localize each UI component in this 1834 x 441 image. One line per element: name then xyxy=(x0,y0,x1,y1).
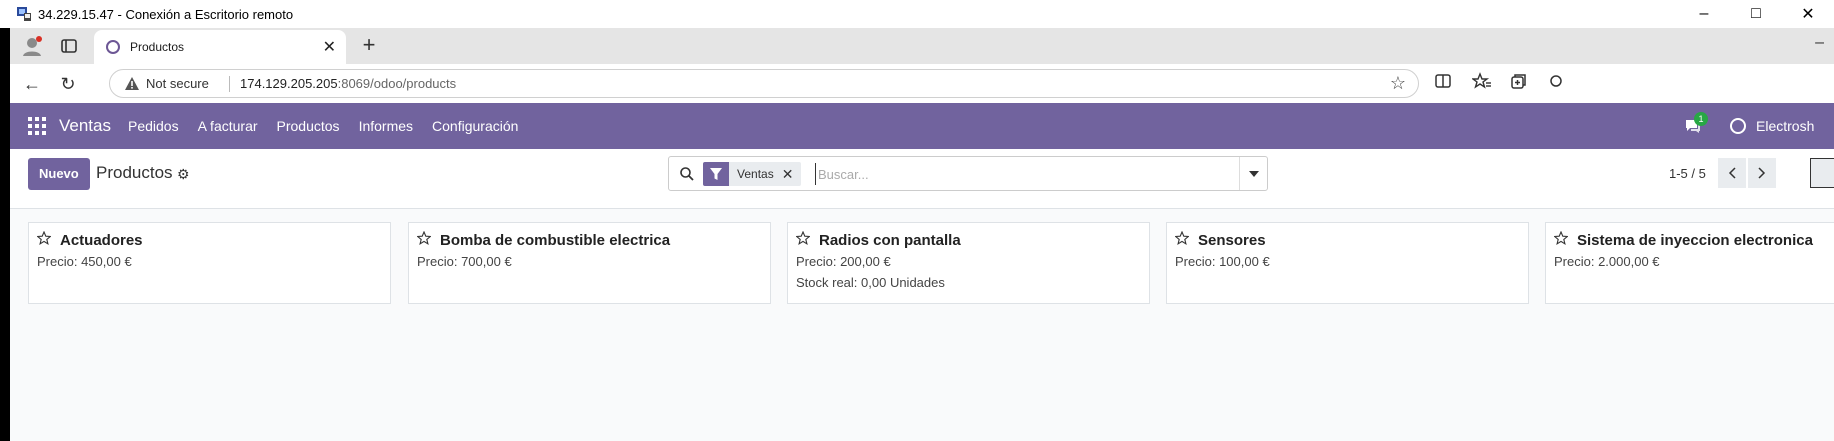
search-facet: Ventas ✕ xyxy=(703,162,802,186)
url-text[interactable]: 174.129.205.205:8069/odoo/products xyxy=(240,76,456,91)
facet-value: Ventas xyxy=(729,162,782,186)
product-price: Precio: 200,00 € xyxy=(796,254,891,269)
company-switcher[interactable]: Electrosh xyxy=(1756,118,1814,134)
product-price: Precio: 100,00 € xyxy=(1175,254,1270,269)
warning-icon[interactable] xyxy=(124,76,140,92)
browser-toolbar: ← ↻ Not secure 174.129.205.205:8069/odoo… xyxy=(10,64,1834,103)
messages-badge: 1 xyxy=(1694,112,1708,126)
new-tab-icon[interactable]: + xyxy=(356,32,382,58)
menu-item-pedidos[interactable]: Pedidos xyxy=(128,118,179,134)
browser-tabstrip: Productos ✕ + – xyxy=(10,28,1834,64)
product-stock: Stock real: 0,00 Unidades xyxy=(796,275,945,290)
remote-desktop-title: 34.229.15.47 - Conexión a Escritorio rem… xyxy=(38,6,294,22)
back-icon[interactable]: ← xyxy=(20,72,44,96)
menu-item-a-facturar[interactable]: A facturar xyxy=(198,118,258,134)
screen: 34.229.15.47 - Conexión a Escritorio rem… xyxy=(0,0,1834,441)
control-panel: Nuevo Productos ⚙ Ventas ✕ 1-5 / 5 xyxy=(10,149,1834,209)
menu-item-informes[interactable]: Informes xyxy=(359,118,413,134)
favorite-star-icon[interactable] xyxy=(795,230,811,245)
workspaces-icon[interactable] xyxy=(60,37,78,55)
url-host: 174.129.205.205 xyxy=(240,76,338,91)
menu-item-productos[interactable]: Productos xyxy=(277,118,340,134)
minimize-icon[interactable]: – xyxy=(1678,0,1730,28)
pager-value[interactable]: 1-5 / 5 xyxy=(1669,166,1706,181)
collections-icon[interactable] xyxy=(1510,72,1528,95)
main-menu: Pedidos A facturar Productos Informes Co… xyxy=(128,118,537,134)
app-brand[interactable]: Ventas xyxy=(59,116,111,136)
maximize-icon[interactable]: □ xyxy=(1730,0,1782,28)
product-card[interactable]: Sistema de inyeccion electronica Precio:… xyxy=(1545,222,1834,304)
minimize-browser-icon[interactable]: – xyxy=(1815,34,1824,52)
breadcrumb-title: Productos xyxy=(96,163,173,182)
kanban-view: Actuadores Precio: 450,00 € Bomba de com… xyxy=(10,209,1834,441)
app-grid-icon[interactable] xyxy=(28,117,46,135)
activity-clock-icon[interactable] xyxy=(1730,118,1746,134)
favorite-star-icon[interactable] xyxy=(416,230,432,245)
gear-icon[interactable]: ⚙ xyxy=(177,166,190,183)
product-name: Sistema de inyeccion electronica xyxy=(1577,232,1813,249)
menu-item-configuracion[interactable]: Configuración xyxy=(432,118,518,134)
odoo-navbar: Ventas Pedidos A facturar Productos Info… xyxy=(10,103,1834,149)
profile-icon[interactable] xyxy=(20,33,46,59)
extensions-icon[interactable] xyxy=(1550,72,1564,95)
favorite-star-icon[interactable] xyxy=(1174,230,1190,245)
pager-previous-icon[interactable] xyxy=(1718,158,1746,188)
url-path: :8069/odoo/products xyxy=(337,76,457,91)
favorite-star-icon[interactable] xyxy=(36,230,52,245)
desktop-edge xyxy=(0,28,10,441)
new-button[interactable]: Nuevo xyxy=(28,158,90,190)
search-icon[interactable] xyxy=(679,166,695,182)
search-bar: Ventas ✕ xyxy=(668,156,1268,191)
odoo-favicon-icon xyxy=(106,40,120,54)
browser-tab-productos[interactable]: Productos ✕ xyxy=(94,30,346,64)
remove-facet-icon[interactable]: ✕ xyxy=(781,162,802,186)
product-price: Precio: 700,00 € xyxy=(417,254,512,269)
product-name: Sensores xyxy=(1198,232,1266,249)
security-label[interactable]: Not secure xyxy=(146,76,209,91)
favorites-icon[interactable] xyxy=(1470,72,1492,95)
product-name: Actuadores xyxy=(60,232,143,249)
product-card[interactable]: Radios con pantalla Precio: 200,00 € Sto… xyxy=(787,222,1150,304)
pager-next-icon[interactable] xyxy=(1748,158,1776,188)
split-screen-icon[interactable] xyxy=(1434,72,1452,95)
remote-desktop-titlebar: 34.229.15.47 - Conexión a Escritorio rem… xyxy=(0,0,1834,28)
kanban-view-icon[interactable] xyxy=(1810,158,1834,188)
favorite-star-icon[interactable]: ☆ xyxy=(1390,73,1406,94)
search-input[interactable] xyxy=(815,163,1215,185)
favorite-star-icon[interactable] xyxy=(1553,230,1569,245)
product-name: Bomba de combustible electrica xyxy=(440,232,671,249)
close-tab-icon[interactable]: ✕ xyxy=(323,37,336,57)
product-card[interactable]: Bomba de combustible electrica Precio: 7… xyxy=(408,222,771,304)
reload-icon[interactable]: ↻ xyxy=(56,72,80,96)
product-price: Precio: 2.000,00 € xyxy=(1554,254,1660,269)
address-bar[interactable]: Not secure 174.129.205.205:8069/odoo/pro… xyxy=(109,69,1419,98)
remote-desktop-icon xyxy=(16,6,32,22)
url-separator xyxy=(229,76,230,92)
tab-title: Productos xyxy=(130,40,185,54)
product-price: Precio: 450,00 € xyxy=(37,254,132,269)
search-options-toggle[interactable] xyxy=(1239,157,1267,190)
filter-icon xyxy=(703,162,729,186)
product-card[interactable]: Actuadores Precio: 450,00 € xyxy=(28,222,391,304)
product-name: Radios con pantalla xyxy=(819,232,961,249)
product-card[interactable]: Sensores Precio: 100,00 € xyxy=(1166,222,1529,304)
close-window-icon[interactable]: ✕ xyxy=(1782,0,1834,28)
